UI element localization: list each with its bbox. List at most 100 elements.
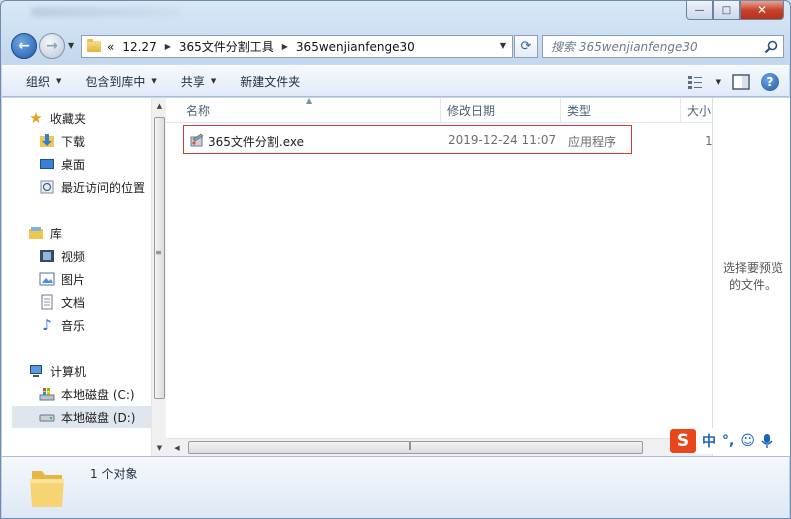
file-name[interactable]: 365文件分割.exe <box>208 133 304 150</box>
music-note-icon: ♪ <box>42 316 52 334</box>
scroll-down-icon[interactable]: ▼ <box>152 440 167 455</box>
preview-pane-icon[interactable] <box>731 72 751 92</box>
sidebar-item-label: 桌面 <box>61 157 86 172</box>
navigation-pane-scrollbar[interactable]: ▲ ≡ ▼ <box>151 98 166 456</box>
file-row[interactable]: 365文件分割.exe 2019-12-24 11:07 应用程序 <box>183 125 632 154</box>
breadcrumb-separator-icon[interactable]: ▶ <box>282 42 288 51</box>
include-in-library-label: 包含到库中 <box>85 74 146 89</box>
scrollbar-grip-icon: ≡ <box>155 248 162 257</box>
back-arrow-icon: ← <box>18 38 30 54</box>
column-header-modified[interactable]: 修改日期 <box>441 98 561 123</box>
hard-drive-icon <box>39 414 55 422</box>
sidebar-item-documents[interactable]: 文档 <box>39 291 85 313</box>
search-icon[interactable] <box>763 39 779 55</box>
change-view-icon[interactable] <box>686 72 706 92</box>
view-options-dropdown-icon[interactable]: ▼ <box>716 78 721 86</box>
new-folder-label: 新建文件夹 <box>240 74 301 89</box>
sidebar-group-label: 计算机 <box>50 364 87 379</box>
file-list-horizontal-scrollbar[interactable]: ◀ ‖ ▶ <box>166 438 712 456</box>
refresh-button[interactable]: ⟳ <box>514 35 538 58</box>
sidebar-item-label: 文档 <box>61 295 86 310</box>
command-bar-right: ▼ ? <box>686 72 779 92</box>
microphone-icon[interactable] <box>761 433 773 449</box>
share-menu[interactable]: 共享 ▼ <box>169 73 228 90</box>
recent-pages-dropdown[interactable]: ▼ <box>68 41 74 50</box>
close-button[interactable]: ✕ <box>740 1 784 20</box>
file-modified-date: 2019-12-24 11:07 <box>448 133 557 147</box>
include-in-library-menu[interactable]: 包含到库中 ▼ <box>73 73 168 90</box>
ime-punctuation-toggle[interactable]: °, <box>722 433 734 449</box>
sogou-logo-icon[interactable]: S <box>670 429 696 453</box>
recent-places-icon <box>40 180 54 194</box>
executable-icon <box>190 133 204 147</box>
details-pane: 1 个对象 <box>2 456 789 518</box>
sidebar-item-drive-d[interactable]: 本地磁盘 (D:) <box>12 406 151 428</box>
navigation-pane: ★ 收藏夹 下载 桌面 最近访问的位置 库 视频 图片 文档 ♪ 音乐 计算机 … <box>2 98 166 456</box>
navigation-bar: ← → ▼ « 12.27 ▶ 365文件分割工具 ▶ 365wenjianfe… <box>9 31 784 61</box>
sidebar-group-label: 收藏夹 <box>50 111 87 126</box>
computer-icon <box>30 365 42 377</box>
new-folder-button[interactable]: 新建文件夹 <box>228 73 312 90</box>
emoji-icon[interactable]: ☺ <box>740 433 755 449</box>
sidebar-item-pictures[interactable]: 图片 <box>39 268 85 290</box>
sidebar-item-label: 音乐 <box>61 318 86 333</box>
breadcrumb-item[interactable]: 365文件分割工具 <box>179 38 274 55</box>
chevron-down-icon: ▼ <box>56 77 62 85</box>
column-header-size[interactable]: 大小 <box>681 98 712 123</box>
maximize-button[interactable]: □ <box>713 1 740 20</box>
refresh-icon: ⟳ <box>520 39 532 54</box>
forward-button[interactable]: → <box>39 33 65 59</box>
address-bar[interactable]: « 12.27 ▶ 365文件分割工具 ▶ 365wenjianfenge30 … <box>81 35 513 58</box>
sidebar-item-recent-places[interactable]: 最近访问的位置 <box>39 176 145 198</box>
ime-language-toggle[interactable]: 中 <box>702 431 716 451</box>
blurred-title-area <box>31 7 181 17</box>
scrollbar-thumb[interactable] <box>154 117 165 399</box>
organize-label: 组织 <box>26 74 51 89</box>
sidebar-item-label: 视频 <box>61 249 86 264</box>
file-list-pane: ▲ 名称 修改日期 类型 大小 365文件分割.exe 2019-12-24 1… <box>166 96 716 456</box>
sidebar-item-desktop[interactable]: 桌面 <box>39 153 85 175</box>
scroll-left-icon[interactable]: ◀ <box>170 441 184 455</box>
sidebar-item-music[interactable]: ♪ 音乐 <box>39 314 85 336</box>
column-header-name[interactable]: 名称 <box>180 98 441 123</box>
caption-buttons: — □ ✕ <box>686 1 784 21</box>
search-input[interactable]: 搜索 365wenjianfenge30 <box>542 35 784 58</box>
preview-pane: 选择要预览的文件。 <box>712 98 790 456</box>
sidebar-item-downloads[interactable]: 下载 <box>39 130 85 152</box>
search-placeholder: 搜索 365wenjianfenge30 <box>551 40 698 54</box>
sidebar-group-libraries[interactable]: 库 <box>28 222 62 244</box>
sidebar-item-label: 本地磁盘 (D:) <box>61 410 136 425</box>
scrollbar-thumb[interactable] <box>188 441 643 454</box>
chevron-down-icon: ▼ <box>151 77 157 85</box>
breadcrumb-separator-icon[interactable]: ▶ <box>165 42 171 51</box>
organize-menu[interactable]: 组织 ▼ <box>2 73 73 90</box>
star-icon: ★ <box>29 109 43 127</box>
column-header-type[interactable]: 类型 <box>561 98 681 123</box>
folder-icon <box>30 471 64 507</box>
breadcrumb-item[interactable]: 365wenjianfenge30 <box>296 40 415 54</box>
folder-icon <box>87 39 101 52</box>
sidebar-item-videos[interactable]: 视频 <box>39 245 85 267</box>
video-icon <box>40 250 54 262</box>
scrollbar-grip-icon: ‖ <box>408 441 412 450</box>
scroll-up-icon[interactable]: ▲ <box>152 98 167 113</box>
address-dropdown-icon[interactable]: ▼ <box>500 41 506 50</box>
sidebar-item-label: 图片 <box>61 272 86 287</box>
command-bar: 组织 ▼ 包含到库中 ▼ 共享 ▼ 新建文件夹 ▼ ? <box>2 65 789 97</box>
minimize-button[interactable]: — <box>686 1 713 20</box>
item-count: 1 个对象 <box>90 467 138 481</box>
breadcrumb-overflow[interactable]: « <box>107 40 114 54</box>
sidebar-group-computer[interactable]: 计算机 <box>28 360 86 382</box>
share-label: 共享 <box>180 74 205 89</box>
help-icon[interactable]: ? <box>761 73 779 91</box>
ime-toolbar: S 中 °, ☺ <box>670 428 773 454</box>
breadcrumb-item[interactable]: 12.27 <box>122 40 156 54</box>
sidebar-group-favorites[interactable]: ★ 收藏夹 <box>28 107 86 129</box>
sidebar-item-drive-c[interactable]: 本地磁盘 (C:) <box>39 383 135 405</box>
file-type: 应用程序 <box>568 135 617 149</box>
document-icon <box>41 294 53 310</box>
explorer-window: — □ ✕ ← → ▼ « 12.27 ▶ 365文件分割工具 ▶ 365wen… <box>0 0 791 519</box>
column-header-row: ▲ 名称 修改日期 类型 大小 <box>166 96 712 123</box>
back-button[interactable]: ← <box>11 33 37 59</box>
picture-icon <box>39 272 55 286</box>
